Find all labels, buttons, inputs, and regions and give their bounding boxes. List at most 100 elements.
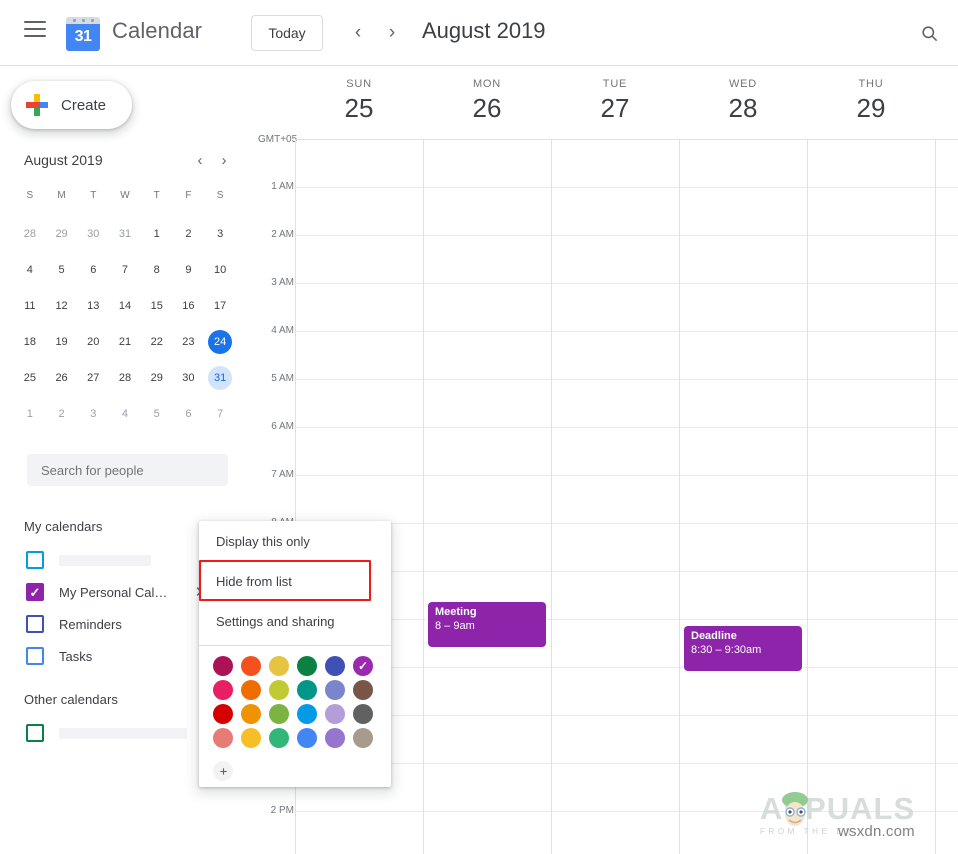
mini-calendar-day[interactable]: 1 <box>14 402 46 426</box>
mini-calendar-day[interactable]: 28 <box>14 222 46 246</box>
mini-calendar-day[interactable]: 14 <box>109 294 141 318</box>
color-swatch[interactable] <box>269 656 289 676</box>
mini-calendar-day[interactable]: 5 <box>46 258 78 282</box>
mini-calendar-day[interactable]: 31 <box>109 222 141 246</box>
hamburger-menu-icon[interactable] <box>24 21 48 45</box>
mini-calendar-day[interactable]: 19 <box>46 330 78 354</box>
search-icon[interactable] <box>914 18 944 48</box>
color-swatch[interactable] <box>213 704 233 724</box>
mini-calendar-day[interactable]: 5 <box>141 402 173 426</box>
color-swatch-selected[interactable]: ✓ <box>353 656 373 676</box>
next-period-icon[interactable]: › <box>377 18 407 48</box>
color-swatch[interactable] <box>353 680 373 700</box>
color-swatch[interactable] <box>297 656 317 676</box>
mini-calendar-day[interactable]: 25 <box>14 366 46 390</box>
my-calendar-item-row[interactable] <box>26 544 226 576</box>
mini-calendar-day[interactable]: 3 <box>77 402 109 426</box>
day-header[interactable]: WED 28 <box>679 66 807 124</box>
mini-calendar-day[interactable]: 8 <box>141 258 173 282</box>
mini-calendar-day[interactable]: 30 <box>173 366 205 390</box>
calendar-checkbox[interactable] <box>26 724 44 742</box>
color-swatch[interactable] <box>213 728 233 748</box>
day-header[interactable]: TUE 27 <box>551 66 679 124</box>
mini-calendar-day[interactable]: 24 <box>204 330 236 354</box>
add-custom-color-icon[interactable] <box>213 761 233 781</box>
mini-calendar-day[interactable]: 13 <box>77 294 109 318</box>
calendar-checkbox[interactable] <box>26 551 44 569</box>
color-swatch[interactable] <box>241 656 261 676</box>
today-button[interactable]: Today <box>251 15 323 51</box>
day-header[interactable]: MON 26 <box>423 66 551 124</box>
mini-calendar-day[interactable]: 12 <box>46 294 78 318</box>
mini-calendar-day[interactable]: 20 <box>77 330 109 354</box>
calendar-checkbox[interactable] <box>26 647 44 665</box>
color-swatch[interactable] <box>325 656 345 676</box>
mini-calendar-day[interactable]: 28 <box>109 366 141 390</box>
day-header[interactable]: THU 29 <box>807 66 935 124</box>
mini-calendar-day[interactable]: 16 <box>173 294 205 318</box>
mini-calendar-day[interactable]: 22 <box>141 330 173 354</box>
color-swatch[interactable] <box>353 704 373 724</box>
day-header[interactable]: SUN 25 <box>295 66 423 124</box>
mini-calendar-day[interactable]: 4 <box>14 258 46 282</box>
color-swatch[interactable] <box>297 680 317 700</box>
color-swatch[interactable] <box>297 728 317 748</box>
my-calendar-item-row[interactable]: ✓My Personal Cal…✕ <box>26 576 232 608</box>
calendar-event[interactable]: Meeting 8 – 9am <box>428 602 546 647</box>
context-menu-item[interactable]: Settings and sharing <box>199 601 391 641</box>
calendar-checkbox[interactable]: ✓ <box>26 583 44 601</box>
color-swatch[interactable] <box>297 704 317 724</box>
color-swatch[interactable] <box>241 728 261 748</box>
mini-calendar-prev-icon[interactable]: ‹ <box>188 148 212 172</box>
mini-calendar-day[interactable]: 29 <box>46 222 78 246</box>
mini-calendar-day[interactable]: 27 <box>77 366 109 390</box>
color-swatch[interactable] <box>325 704 345 724</box>
mini-calendar-day[interactable]: 15 <box>141 294 173 318</box>
day-column-gridline <box>551 139 552 854</box>
create-button[interactable]: Create <box>11 81 132 129</box>
mini-calendar-day[interactable]: 10 <box>204 258 236 282</box>
color-swatch[interactable] <box>213 680 233 700</box>
mini-calendar-day[interactable]: 11 <box>14 294 46 318</box>
context-menu-item[interactable]: Display this only <box>199 521 391 561</box>
google-calendar-app: 31 Calendar Today ‹ › August 2019 Create… <box>0 0 958 854</box>
search-people-input[interactable] <box>27 454 228 486</box>
mini-calendar-day[interactable]: 18 <box>14 330 46 354</box>
color-swatch[interactable] <box>241 680 261 700</box>
previous-period-icon[interactable]: ‹ <box>343 18 373 48</box>
mini-calendar-day[interactable]: 2 <box>46 402 78 426</box>
context-menu-item[interactable]: Hide from list <box>199 561 391 601</box>
mini-calendar-day[interactable]: 17 <box>204 294 236 318</box>
mini-calendar-day[interactable]: 26 <box>46 366 78 390</box>
mini-calendar-day[interactable]: 29 <box>141 366 173 390</box>
calendar-checkbox[interactable] <box>26 615 44 633</box>
mini-calendar-day[interactable]: 30 <box>77 222 109 246</box>
mini-calendar-day[interactable]: 2 <box>173 222 205 246</box>
mini-calendar-day[interactable]: 7 <box>204 402 236 426</box>
top-app-bar: 31 Calendar Today ‹ › August 2019 <box>0 0 958 66</box>
my-calendar-item-row[interactable]: Tasks <box>26 640 226 672</box>
mini-calendar-day[interactable]: 3 <box>204 222 236 246</box>
mini-calendar-next-icon[interactable]: › <box>212 148 236 172</box>
mini-calendar-day[interactable]: 4 <box>109 402 141 426</box>
color-swatch[interactable] <box>325 680 345 700</box>
color-swatch[interactable] <box>353 728 373 748</box>
app-title: Calendar <box>112 18 203 43</box>
color-swatch[interactable] <box>213 656 233 676</box>
color-swatch[interactable] <box>269 728 289 748</box>
color-swatch[interactable] <box>325 728 345 748</box>
mini-calendar-day[interactable]: 9 <box>173 258 205 282</box>
mini-calendar-day[interactable]: 7 <box>109 258 141 282</box>
color-swatch[interactable] <box>241 704 261 724</box>
mini-calendar-day[interactable]: 21 <box>109 330 141 354</box>
color-swatch[interactable] <box>269 680 289 700</box>
mini-calendar-day[interactable]: 6 <box>173 402 205 426</box>
calendar-event[interactable]: Deadline 8:30 – 9:30am <box>684 626 802 671</box>
mini-calendar-day[interactable]: 31 <box>204 366 236 390</box>
mini-calendar-day[interactable]: 1 <box>141 222 173 246</box>
other-calendar-item-row[interactable] <box>26 717 226 749</box>
my-calendar-item-row[interactable]: Reminders <box>26 608 226 640</box>
mini-calendar-day[interactable]: 6 <box>77 258 109 282</box>
mini-calendar-day[interactable]: 23 <box>173 330 205 354</box>
color-swatch[interactable] <box>269 704 289 724</box>
